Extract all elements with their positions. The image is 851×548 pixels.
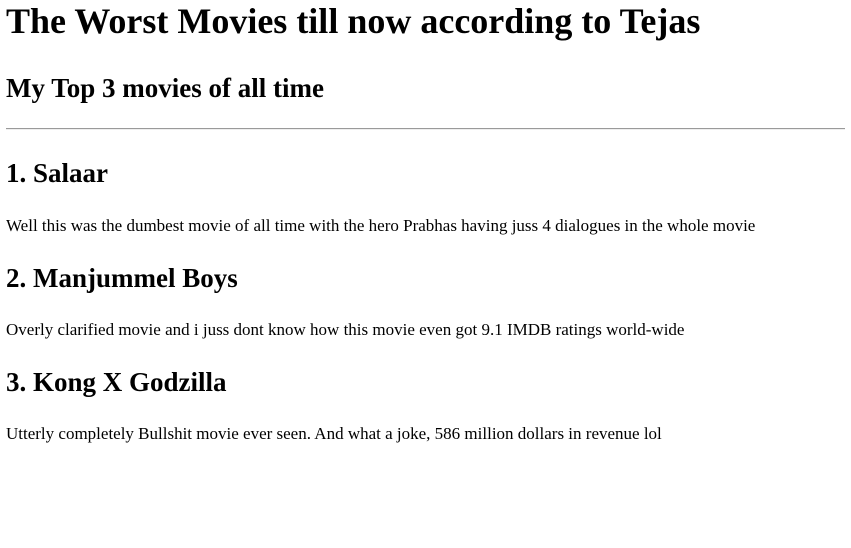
page-content: The Worst Movies till now according to T… — [0, 0, 851, 445]
movie-description: Overly clarified movie and i juss dont k… — [6, 320, 685, 339]
movie-entry-manjummel-boys: 2. Manjummel Boys Overly clarified movie… — [6, 262, 845, 341]
movie-entry-salaar: 1. Salaar Well this was the dumbest movi… — [6, 157, 845, 237]
movie-description: Well this was the dumbest movie of all t… — [6, 216, 756, 235]
movie-title: 1. Salaar — [6, 158, 109, 188]
page-subtitle: My Top 3 movies of all time — [6, 73, 324, 103]
movie-entry-kong-x-godzilla: 3. Kong X Godzilla Utterly completely Bu… — [6, 366, 845, 445]
movie-title: 3. Kong X Godzilla — [6, 367, 227, 397]
movie-description: Utterly completely Bullshit movie ever s… — [6, 424, 662, 443]
divider — [6, 128, 845, 130]
page-title: The Worst Movies till now according to T… — [6, 1, 701, 41]
movie-title: 2. Manjummel Boys — [6, 263, 238, 293]
